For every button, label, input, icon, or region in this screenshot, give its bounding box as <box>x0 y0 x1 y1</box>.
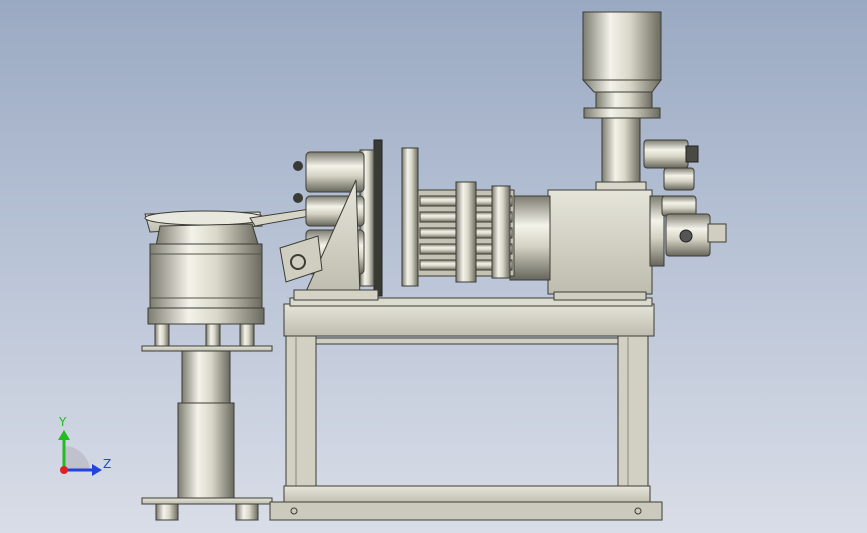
y-axis-label: Y <box>58 415 67 429</box>
origin-icon <box>60 466 68 474</box>
rotary-head <box>359 139 515 297</box>
axis-triad: Y Z <box>58 415 111 476</box>
main-housing <box>509 181 665 301</box>
machine-model[interactable]: Y Z <box>0 0 867 533</box>
z-axis-label: Z <box>103 457 111 471</box>
z-arrow-icon <box>92 464 102 476</box>
machine-frame <box>269 297 663 521</box>
y-arrow-icon <box>58 430 70 440</box>
cad-graphics-viewport[interactable]: Y Z <box>0 0 867 533</box>
